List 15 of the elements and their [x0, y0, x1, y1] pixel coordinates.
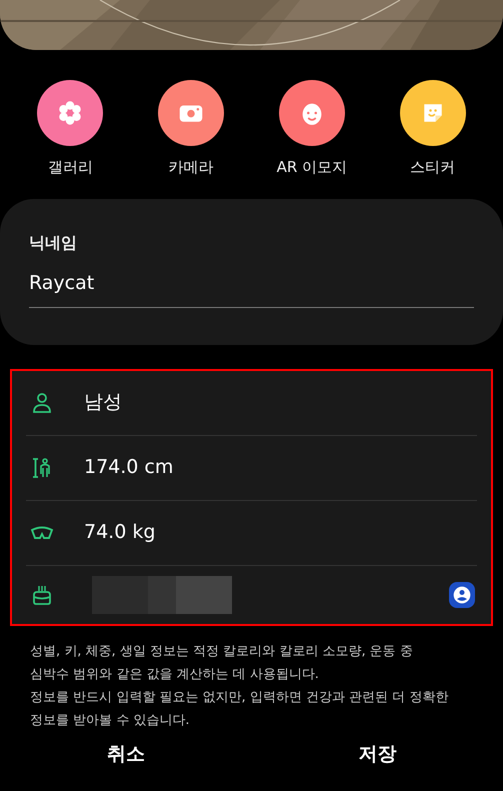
profile-value[interactable]: 74.0 kg	[84, 518, 156, 547]
profile-value[interactable]: 남성	[84, 388, 122, 417]
source-label: 스티커	[410, 157, 456, 178]
profile-value[interactable]: 174.0 cm	[84, 453, 174, 482]
save-button[interactable]: 저장	[338, 734, 416, 774]
description-text: 정보를 반드시 입력할 필요는 없지만, 입력하면 건강과 관련된 더 정확한 정보를 받아볼 수 있습니다.	[30, 688, 450, 730]
description-text: 성별, 키, 체중, 생일 정보는 적정 칼로리와 칼로리 소모량, 운동 중 심박수 범위와 같은 값을 계산하는 데 사용됩니다.	[30, 642, 414, 684]
source-label: 카메라	[168, 157, 214, 178]
text-input[interactable]: Raycat	[29, 258, 474, 308]
nickname-field[interactable]: 닉네임 Raycat	[0, 198, 503, 344]
person-icon	[30, 390, 54, 414]
source-label: 갤러리	[48, 157, 93, 178]
cancel-button[interactable]: 취소	[86, 734, 165, 774]
nickname-label: 닉네임	[29, 232, 78, 254]
source-label: AR 이모지	[276, 157, 348, 178]
